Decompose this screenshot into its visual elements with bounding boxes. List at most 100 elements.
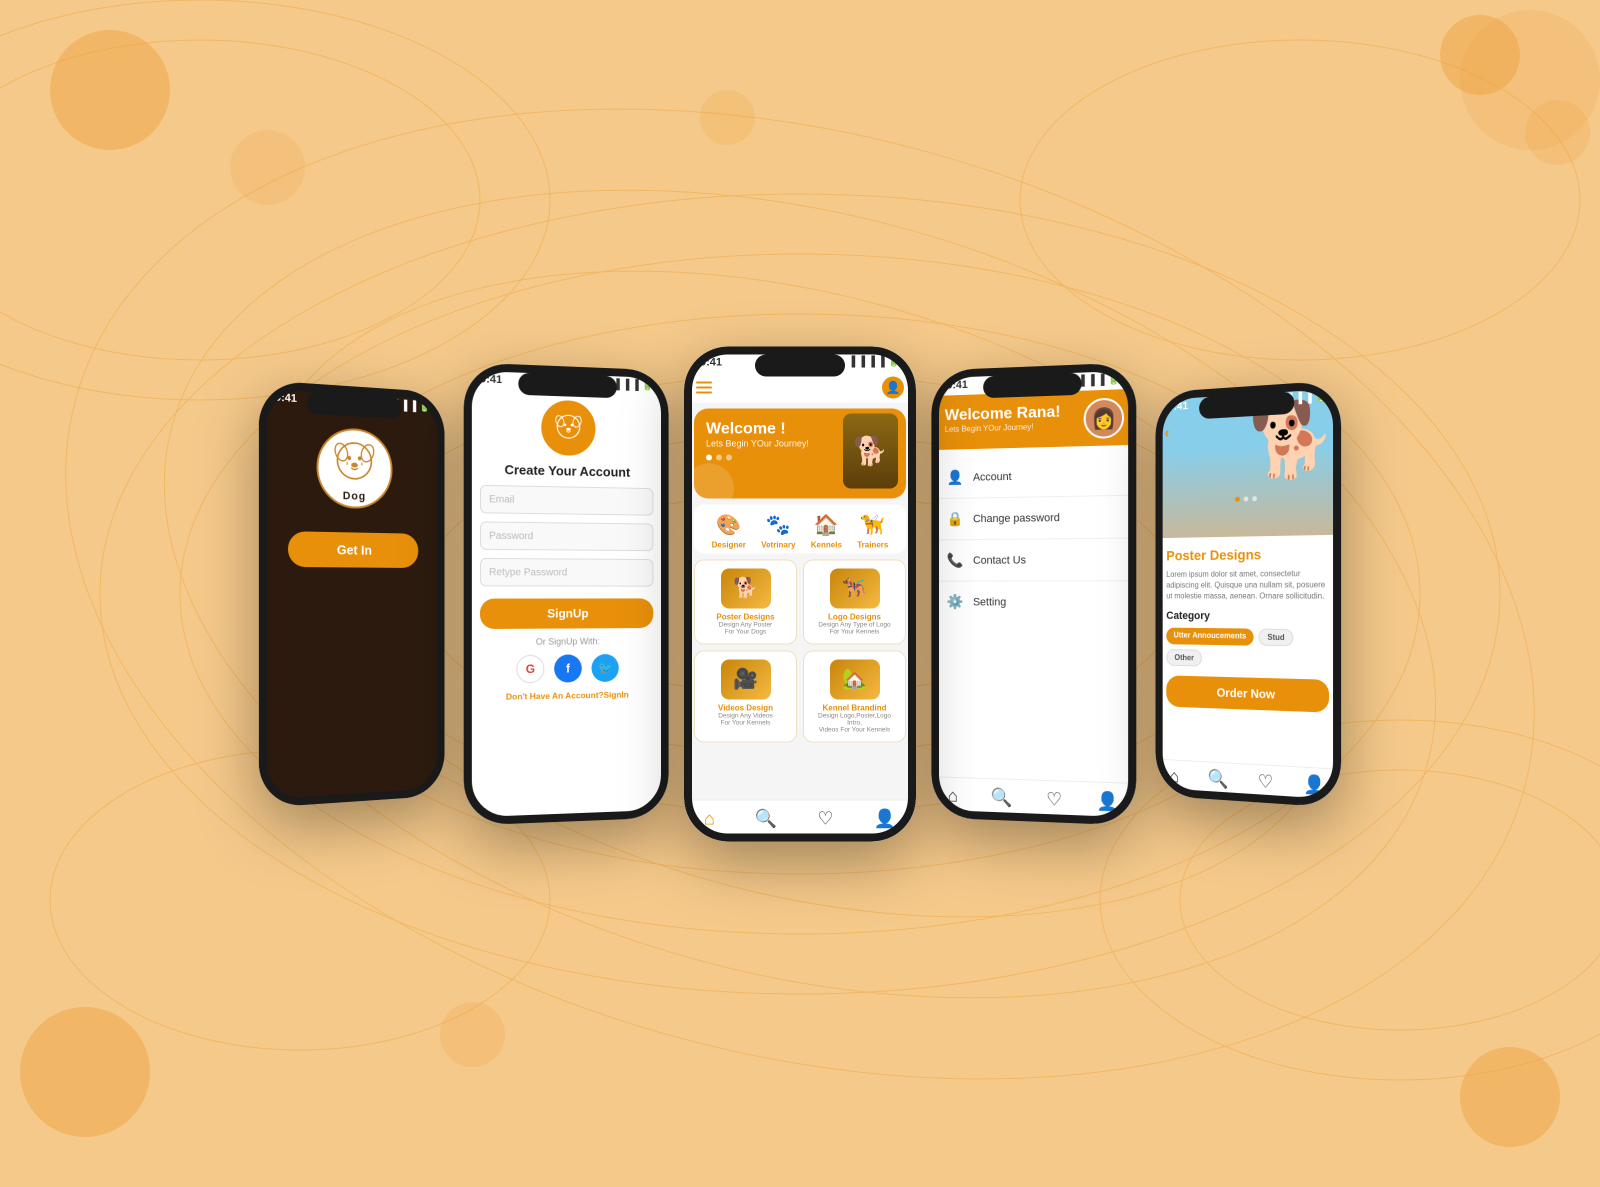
- hamburger-menu-button[interactable]: [696, 381, 712, 393]
- poster-designs-title: Poster Designs: [716, 612, 774, 621]
- facebook-signin-button[interactable]: f: [554, 654, 582, 682]
- category-trainers[interactable]: 🦮 Trainers: [857, 512, 888, 549]
- category-vetrinary[interactable]: 🐾 Vetrinary: [761, 512, 795, 549]
- circle-top-left-large: [50, 30, 170, 150]
- service-kennel-branding[interactable]: 🏡 Kennel Brandind Design Logo,Poster,Log…: [803, 650, 906, 742]
- banner-dog-image: 🐕: [843, 413, 898, 488]
- service-videos-design[interactable]: 🎥 Videos Design Design Any VideosFor You…: [694, 650, 797, 742]
- phone5-bottom-nav: ⌂ 🔍 ♡ 👤: [1155, 758, 1341, 807]
- menu-item-password-label: Change password: [973, 511, 1060, 524]
- phone4-time: 9:41: [947, 378, 968, 391]
- order-now-button[interactable]: Order Now: [1166, 674, 1329, 711]
- phone3-topbar: 👤: [684, 372, 916, 402]
- tag-stud[interactable]: Stud: [1259, 628, 1294, 646]
- detail-content: Poster Designs Lorem ipsum dolor sit ame…: [1155, 534, 1341, 722]
- circle-top-right-large: [1460, 10, 1600, 150]
- phone3-bottom-nav: ⌂ 🔍 ♡ 👤: [684, 799, 916, 841]
- kennel-branding-thumb: 🏡: [830, 659, 880, 699]
- phone1-logo-text: Dog: [343, 489, 366, 502]
- service-logo-designs[interactable]: 🐕‍🦺 Logo Designs Design Any Type of Logo…: [803, 559, 906, 644]
- vetrinary-icon: 🐾: [766, 512, 791, 537]
- menu-item-change-password[interactable]: 🔒 Change password: [931, 495, 1136, 540]
- phone3-time: 9:41: [700, 356, 722, 368]
- getin-button[interactable]: Get In: [288, 531, 418, 568]
- phone-detail: 9:41 ▐ ▐ ▐ ▐ 🔋 ‹ 🐕 Poster Designs Lorem …: [1155, 380, 1341, 808]
- phone4-screen: 9:41 ▐ ▐ ▐ ▐ 🔋 Welcome Rana! Lets Begin …: [931, 362, 1136, 825]
- kennel-branding-title: Kennel Brandind: [822, 703, 886, 712]
- menu-item-contact-label: Contact Us: [973, 554, 1026, 566]
- poster-designs-thumb: 🐕: [721, 568, 771, 608]
- category-kennels[interactable]: 🏠 Kennels: [811, 512, 842, 549]
- menu-item-contact-us[interactable]: 📞 Contact Us: [931, 538, 1136, 581]
- tag-other[interactable]: Other: [1166, 648, 1202, 665]
- home-banner: Welcome ! Lets Begin YOur Journey! 🐕: [694, 408, 906, 498]
- designer-label: Designer: [712, 540, 746, 549]
- phone4-bottom-nav: ⌂ 🔍 ♡ 👤: [931, 776, 1136, 825]
- phone2-dog-svg: [551, 409, 585, 445]
- dog-logo-svg: [328, 433, 380, 490]
- nav-profile-icon[interactable]: 👤: [874, 808, 896, 829]
- phone5-nav-profile-icon[interactable]: 👤: [1303, 773, 1325, 796]
- trainers-label: Trainers: [857, 540, 888, 549]
- phone-signup: 9:41 ▐ ▐ ▐ ▐ 🔋 Create Your Ac: [464, 362, 669, 825]
- logo-designs-desc: Design Any Type of LogoFor Your Kennels: [818, 621, 890, 635]
- signin-link[interactable]: SignIn: [604, 689, 629, 699]
- nav-search-icon[interactable]: 🔍: [755, 808, 777, 829]
- profile-banner: Welcome Rana! Lets Begin YOur Journey! 👩: [931, 388, 1136, 449]
- nav-home-icon[interactable]: ⌂: [704, 808, 715, 829]
- circle-bottom-right: [1460, 1047, 1560, 1147]
- phone4-nav-profile-icon[interactable]: 👤: [1096, 790, 1119, 812]
- phone1-screen: 9:41 ▐ ▐ ▐ ▐ 🔋: [259, 380, 445, 808]
- circle-top-center: [700, 90, 755, 145]
- phone2-time: 9:41: [480, 373, 502, 386]
- phone2-screen: 9:41 ▐ ▐ ▐ ▐ 🔋 Create Your Ac: [464, 362, 669, 825]
- phone4-nav-favorites-icon[interactable]: ♡: [1046, 788, 1062, 810]
- phone-profile: 9:41 ▐ ▐ ▐ ▐ 🔋 Welcome Rana! Lets Begin …: [931, 362, 1136, 825]
- menu-item-setting[interactable]: ⚙️ Setting: [931, 581, 1136, 623]
- email-field[interactable]: Email: [480, 484, 653, 515]
- dont-have-account-text: Don't Have An Account?SignIn: [506, 689, 629, 701]
- retype-password-field[interactable]: Retype Password: [480, 557, 653, 586]
- category-designer[interactable]: 🎨 Designer: [712, 512, 746, 549]
- signup-button[interactable]: SignUp: [480, 598, 653, 629]
- twitter-signin-button[interactable]: 🐦: [592, 653, 619, 681]
- services-grid: 🐕 Poster Designs Design Any PosterFor Yo…: [684, 559, 916, 750]
- categories-row: 🎨 Designer 🐾 Vetrinary 🏠 Kennels 🦮 Train…: [694, 504, 906, 553]
- phones-showcase: 9:41 ▐ ▐ ▐ ▐ 🔋: [257, 346, 1343, 841]
- notch-2: [518, 372, 616, 398]
- phone5-nav-home-icon[interactable]: ⌂: [1169, 766, 1179, 787]
- phone4-nav-home-icon[interactable]: ⌂: [948, 785, 958, 806]
- phone5-nav-favorites-icon[interactable]: ♡: [1258, 771, 1274, 793]
- back-button[interactable]: ‹: [1164, 424, 1169, 442]
- videos-design-thumb: 🎥: [721, 659, 771, 699]
- social-icons-row: G f 🐦: [516, 653, 618, 682]
- phone4-nav-search-icon[interactable]: 🔍: [991, 787, 1013, 809]
- phone1-logo: Dog: [316, 426, 392, 509]
- profile-menu-list: 👤 Account 🔒 Change password 📞 Contact Us…: [931, 444, 1136, 630]
- service-poster-designs[interactable]: 🐕 Poster Designs Design Any PosterFor Yo…: [694, 559, 797, 644]
- phone3-signals: ▐ ▐ ▐ ▐ 🔋: [848, 357, 900, 368]
- phone1-time: 9:41: [275, 391, 297, 405]
- notch-3: [755, 354, 845, 376]
- designer-icon: 🎨: [716, 512, 741, 537]
- kennel-branding-desc: Design Logo,Poster,Logo Intro,Videos For…: [812, 712, 897, 733]
- google-signin-button[interactable]: G: [516, 654, 544, 683]
- circle-top-left-small: [230, 130, 305, 205]
- phone5-nav-search-icon[interactable]: 🔍: [1208, 768, 1229, 790]
- trainers-icon: 🦮: [860, 512, 885, 537]
- tag-utter-announcements[interactable]: Utter Annoucements: [1166, 627, 1254, 645]
- poster-designs-desc: Design Any PosterFor Your Dogs: [719, 621, 772, 635]
- circle-bottom-center: [440, 1002, 505, 1067]
- logo-designs-title: Logo Designs: [828, 612, 881, 621]
- nav-favorites-icon[interactable]: ♡: [817, 808, 833, 829]
- phone-icon: 📞: [947, 552, 964, 569]
- menu-item-account[interactable]: 👤 Account: [931, 452, 1136, 498]
- lock-icon: 🔒: [947, 510, 964, 527]
- notch-4: [983, 372, 1081, 398]
- password-field[interactable]: Password: [480, 521, 653, 551]
- kennels-label: Kennels: [811, 540, 842, 549]
- category-section-label: Category: [1166, 609, 1329, 622]
- kennels-icon: 🏠: [814, 512, 839, 537]
- account-icon: 👤: [947, 469, 964, 486]
- user-avatar-button[interactable]: 👤: [882, 376, 904, 398]
